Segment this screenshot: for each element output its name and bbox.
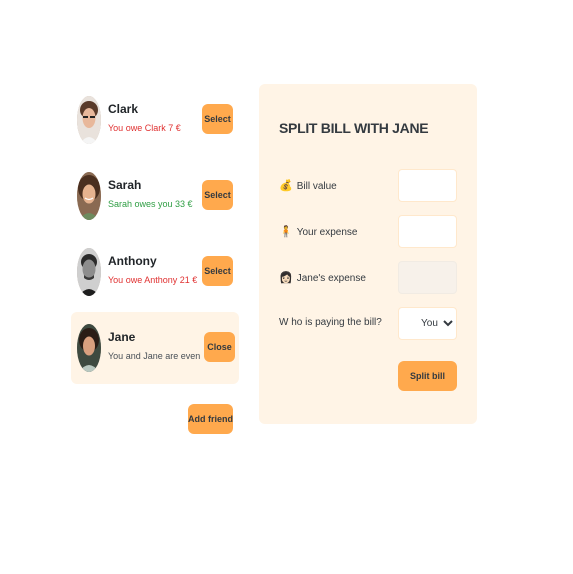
friend-balance: You owe Anthony 21 € [108, 275, 198, 285]
friend-balance: You owe Clark 7 € [108, 123, 181, 133]
bill-value-input[interactable] [398, 169, 457, 202]
select-friend-button[interactable]: Select [202, 256, 233, 286]
your-expense-input[interactable] [398, 215, 457, 248]
woman-icon: 👩🏻 [279, 272, 293, 284]
friend-name: Anthony [108, 254, 157, 268]
payer-label: W ho is paying the bill? [279, 317, 382, 328]
friend-expense-row: 👩🏻 Jane's expense [279, 261, 457, 295]
friend-name: Sarah [108, 178, 142, 192]
friend-item-jane: Jane You and Jane are even Close [71, 312, 239, 384]
split-bill-form: SPLIT BILL WITH JANE 💰 Bill value 🧍 Your e… [259, 84, 477, 424]
add-friend-button[interactable]: Add friend [188, 404, 233, 434]
friend-balance: Sarah owes you 33 € [108, 199, 193, 209]
eat-n-split-app: Clark You owe Clark 7 € Select Sarah Sar… [0, 0, 573, 574]
person-standing-icon: 🧍 [279, 226, 293, 238]
payer-row: W ho is paying the bill? You [279, 307, 457, 341]
friend-item-anthony: Anthony You owe Anthony 21 € Select [71, 236, 239, 308]
payer-select[interactable]: You [398, 307, 457, 340]
select-friend-button[interactable]: Select [202, 180, 233, 210]
close-friend-button[interactable]: Close [204, 332, 235, 362]
your-expense-label: 🧍 Your expense [279, 226, 358, 238]
friend-expense-label: 👩🏻 Jane's expense [279, 272, 366, 284]
friend-item-sarah: Sarah Sarah owes you 33 € Select [71, 160, 239, 232]
bill-value-label: 💰 Bill value [279, 180, 337, 192]
select-friend-button[interactable]: Select [202, 104, 233, 134]
your-expense-row: 🧍 Your expense [279, 215, 457, 249]
split-bill-button[interactable]: Split bill [398, 361, 457, 391]
split-bill-title: SPLIT BILL WITH JANE [279, 120, 429, 136]
friends-list: Clark You owe Clark 7 € Select Sarah Sar… [71, 84, 239, 388]
friend-expense-input [398, 261, 457, 294]
sarah-avatar [77, 172, 101, 220]
money-bag-icon: 💰 [279, 180, 293, 192]
friend-balance: You and Jane are even [108, 351, 201, 361]
clark-avatar [77, 96, 101, 144]
jane-avatar [77, 324, 101, 372]
anthony-avatar [77, 248, 101, 296]
friend-name: Clark [108, 102, 139, 116]
friend-name: Jane [108, 330, 136, 344]
bill-value-row: 💰 Bill value [279, 169, 457, 203]
friend-item-clark: Clark You owe Clark 7 € Select [71, 84, 239, 156]
